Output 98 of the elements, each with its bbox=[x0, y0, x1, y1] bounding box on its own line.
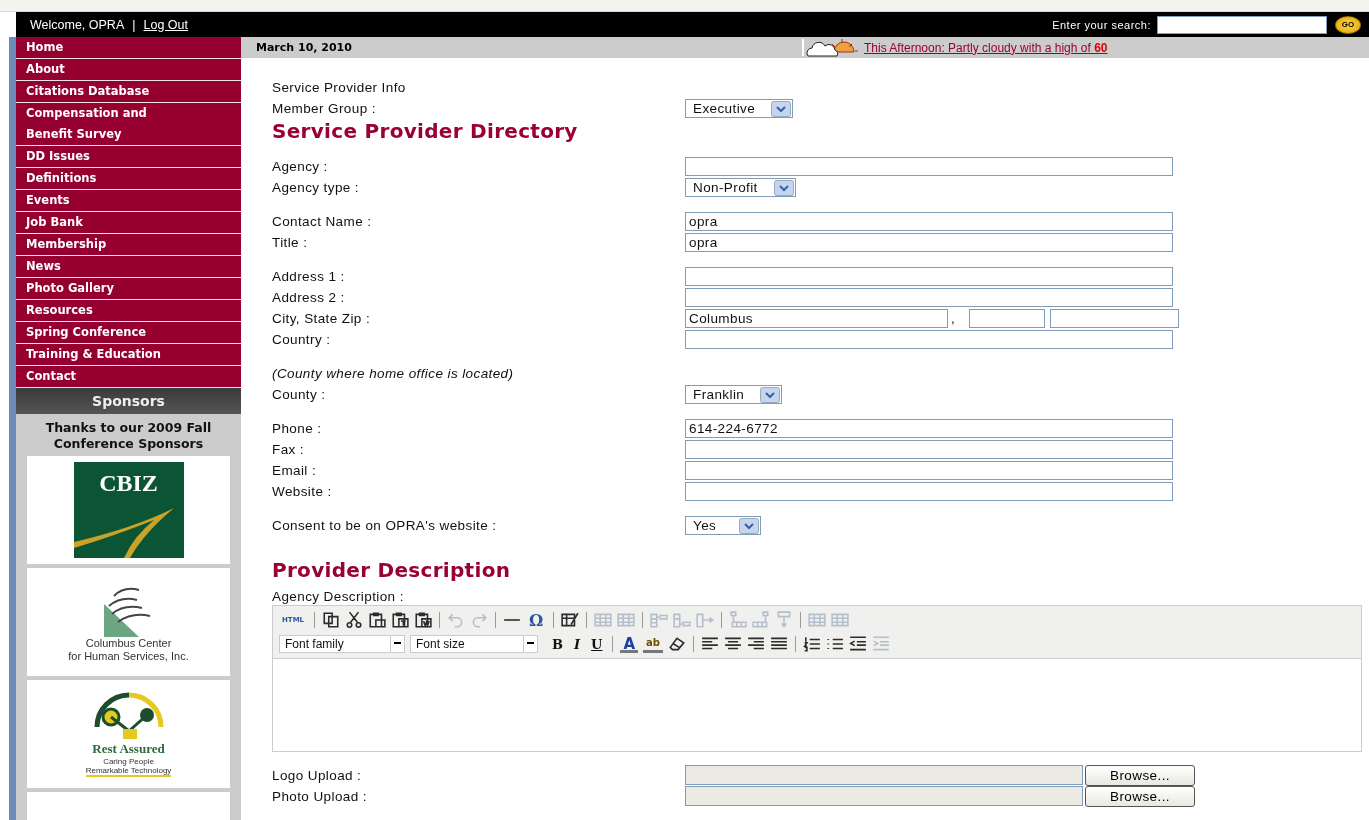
field-label: Service Provider Info bbox=[272, 79, 407, 96]
sponsors-thanks-text: Thanks to our 2009 Fall Conference Sponsors bbox=[44, 420, 213, 452]
numbered-list-icon[interactable] bbox=[802, 635, 821, 653]
field-label: Fax : bbox=[272, 441, 305, 458]
toolbar-button[interactable]: Ω bbox=[526, 610, 547, 630]
nav-item[interactable]: Contact bbox=[16, 366, 241, 388]
field-label: Title : bbox=[272, 234, 309, 251]
toolbar-button[interactable]: B bbox=[549, 634, 566, 654]
toolbar-button[interactable]: ab bbox=[643, 635, 663, 653]
nav-item[interactable]: Compensation and Benefit Survey bbox=[16, 103, 241, 146]
file-path-field[interactable] bbox=[685, 786, 1083, 806]
text-input[interactable]: opra bbox=[685, 212, 1173, 231]
table-edit-icon[interactable] bbox=[561, 611, 580, 629]
field-label: Email : bbox=[272, 462, 318, 479]
comma-text: , bbox=[950, 311, 957, 326]
clipboard-doc-icon[interactable] bbox=[414, 611, 433, 629]
sponsor-logo[interactable]: CBIZ bbox=[27, 456, 230, 564]
note-text: (County where home office is located) bbox=[272, 366, 515, 381]
nav-item[interactable]: Home bbox=[16, 37, 241, 59]
select-field[interactable]: Franklin bbox=[685, 385, 783, 404]
caret-icon bbox=[523, 636, 537, 652]
text-input[interactable] bbox=[685, 288, 1173, 307]
logo-text: Columbus Center bbox=[85, 636, 172, 650]
field-label: County : bbox=[272, 386, 327, 403]
go-button[interactable]: GO bbox=[1335, 15, 1361, 34]
scissors-icon[interactable] bbox=[345, 611, 364, 629]
nav-item[interactable]: Events bbox=[16, 190, 241, 212]
sponsor-logo[interactable]: Columbus Center for Human Services, Inc. bbox=[27, 568, 230, 676]
section-heading: Service Provider Directory bbox=[272, 119, 579, 143]
file-path-field[interactable] bbox=[685, 765, 1083, 785]
field-label: Contact Name : bbox=[272, 213, 373, 230]
search-label: Enter your search: bbox=[1052, 18, 1151, 31]
text-input[interactable]: opra bbox=[685, 233, 1173, 252]
text-input[interactable] bbox=[685, 330, 1173, 349]
date-text: March 10, 2010 bbox=[255, 41, 353, 54]
section-heading: Provider Description bbox=[272, 558, 512, 582]
field-label: Photo Upload : bbox=[272, 788, 368, 805]
toolbar-button[interactable]: A bbox=[620, 635, 639, 653]
nav-item[interactable]: Resources bbox=[16, 300, 241, 322]
nav-item[interactable]: Spring Conference bbox=[16, 322, 241, 344]
city-input[interactable]: Columbus bbox=[685, 309, 948, 328]
weather-link[interactable]: This Afternoon: Partly cloudy with a high of 60 bbox=[864, 40, 1108, 55]
field-label: Member Group : bbox=[272, 100, 377, 117]
field-label: Agency Description : bbox=[272, 589, 404, 604]
logout-link[interactable]: Log Out bbox=[143, 17, 188, 32]
welcome-text: Welcome, OPRA bbox=[30, 17, 125, 32]
clipboard-icon[interactable] bbox=[368, 611, 387, 629]
sponsor-logo[interactable]: Rest Assured Caring People Remarkable Technology bbox=[27, 680, 230, 788]
text-input[interactable] bbox=[685, 482, 1173, 501]
text-input[interactable] bbox=[685, 461, 1173, 480]
select-field[interactable]: Non-Profit bbox=[685, 178, 796, 197]
search-field[interactable] bbox=[1157, 15, 1327, 34]
logo-tagline: Caring People bbox=[103, 757, 154, 766]
nav-item[interactable]: Definitions bbox=[16, 168, 241, 190]
nav-item[interactable]: Membership bbox=[16, 234, 241, 256]
eraser-icon[interactable] bbox=[667, 635, 686, 653]
text-input[interactable]: 614-224-6772 bbox=[685, 419, 1173, 438]
nav-item[interactable]: About bbox=[16, 59, 241, 81]
field-label: Consent to be on OPRA's website : bbox=[272, 517, 498, 534]
logo-text: CBIZ bbox=[99, 470, 158, 497]
nav-item[interactable]: Citations Database bbox=[16, 81, 241, 103]
nav-item[interactable]: News bbox=[16, 256, 241, 278]
font-dropdown[interactable]: Font family bbox=[279, 635, 405, 653]
text-input[interactable] bbox=[685, 440, 1173, 459]
font-dropdown[interactable]: Font size bbox=[410, 635, 538, 653]
state-input[interactable] bbox=[969, 309, 1045, 328]
nav-item[interactable]: Job Bank bbox=[16, 212, 241, 234]
toolbar-button[interactable]: I bbox=[571, 634, 584, 654]
browse-button[interactable]: Browse... bbox=[1085, 786, 1195, 807]
copy-icon[interactable] bbox=[322, 611, 341, 629]
caret-icon bbox=[390, 636, 404, 652]
field-label: Country : bbox=[272, 331, 332, 348]
field-label: City, State Zip : bbox=[272, 310, 372, 327]
logo-text: Rest Assured bbox=[92, 741, 165, 757]
field-label: Address 1 : bbox=[272, 268, 346, 285]
logo-tagline: Remarkable Technology bbox=[85, 766, 172, 777]
text-input[interactable] bbox=[685, 157, 1173, 176]
logo-text: for Human Services, Inc. bbox=[68, 649, 189, 663]
divider-text: | bbox=[132, 17, 136, 32]
browse-button[interactable]: Browse... bbox=[1085, 765, 1195, 786]
select-field[interactable]: Yes bbox=[685, 516, 761, 535]
nav-item[interactable]: Training & Education bbox=[16, 344, 241, 366]
toolbar-button[interactable]: U bbox=[588, 634, 606, 654]
outdent-icon[interactable] bbox=[848, 635, 867, 653]
field-label: Agency : bbox=[272, 158, 329, 175]
zip-input[interactable] bbox=[1050, 309, 1179, 328]
field-label: Address 2 : bbox=[272, 289, 346, 306]
field-label: Phone : bbox=[272, 420, 323, 437]
nav-item[interactable]: Photo Gallery bbox=[16, 278, 241, 300]
partly-cloudy-icon bbox=[804, 37, 860, 58]
select-field[interactable]: Executive bbox=[685, 99, 794, 118]
clipboard-lines-icon[interactable] bbox=[391, 611, 410, 629]
field-label: Agency type : bbox=[272, 179, 360, 196]
nav-item[interactable]: DD Issues bbox=[16, 146, 241, 168]
field-label: Logo Upload : bbox=[272, 767, 363, 784]
sponsors-header: Sponsors bbox=[16, 388, 241, 414]
text-input[interactable] bbox=[685, 267, 1173, 286]
field-label: Website : bbox=[272, 483, 333, 500]
